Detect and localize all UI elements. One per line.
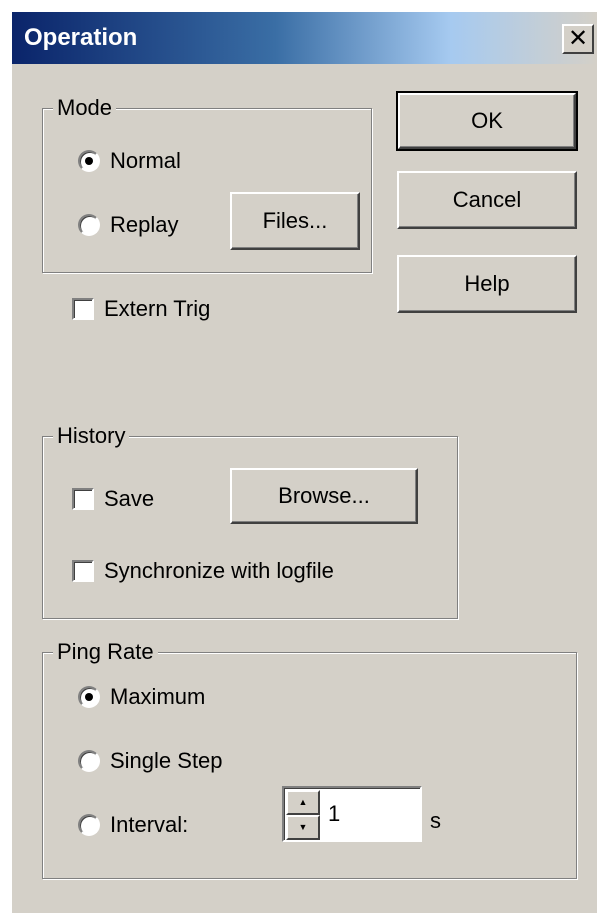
history-sync-checkbox[interactable] — [72, 560, 94, 582]
radio-selected-dot — [85, 693, 93, 701]
ping-single-step-radio[interactable] — [78, 750, 100, 772]
mode-normal-label: Normal — [110, 148, 181, 173]
close-button[interactable]: ✕ — [562, 24, 594, 54]
history-group: History — [42, 423, 458, 619]
radio-selected-dot — [85, 157, 93, 165]
files-button[interactable]: Files... — [230, 192, 360, 250]
cancel-button[interactable]: Cancel — [397, 171, 577, 229]
ping-maximum-option[interactable]: Maximum — [78, 684, 205, 710]
interval-spinner[interactable]: ▲ ▼ 1 — [282, 786, 422, 842]
help-button[interactable]: Help — [397, 255, 577, 313]
history-group-label: History — [53, 423, 130, 449]
ping-maximum-radio[interactable] — [78, 686, 100, 708]
mode-normal-radio[interactable] — [78, 150, 100, 172]
history-save-label: Save — [104, 486, 155, 511]
title-bar[interactable]: Operation ✕ — [12, 12, 597, 64]
mode-group-label: Mode — [53, 95, 117, 121]
interval-unit-label: s — [430, 808, 441, 833]
ok-button[interactable]: OK — [396, 91, 578, 151]
spin-up-button[interactable]: ▲ — [286, 790, 320, 815]
ping-maximum-label: Maximum — [110, 684, 206, 709]
extern-trig-option[interactable]: Extern Trig — [72, 296, 210, 322]
history-sync-option[interactable]: Synchronize with logfile — [72, 558, 334, 584]
browse-button[interactable]: Browse... — [230, 468, 418, 524]
operation-dialog: Operation ✕ Mode Normal Replay Files... … — [10, 10, 597, 913]
spin-down-button[interactable]: ▼ — [286, 815, 320, 840]
ping-interval-option[interactable]: Interval: — [78, 812, 188, 838]
ping-interval-label: Interval: — [110, 812, 189, 837]
history-save-checkbox[interactable] — [72, 488, 94, 510]
history-save-option[interactable]: Save — [72, 486, 154, 512]
extern-trig-checkbox[interactable] — [72, 298, 94, 320]
history-sync-label: Synchronize with logfile — [104, 558, 334, 583]
close-icon: ✕ — [567, 25, 589, 52]
ping-rate-group-label: Ping Rate — [53, 639, 158, 665]
mode-replay-label: Replay — [110, 212, 179, 237]
dialog-title: Operation — [24, 24, 138, 51]
mode-normal-option[interactable]: Normal — [78, 148, 181, 174]
mode-replay-option[interactable]: Replay — [78, 212, 178, 238]
ping-interval-radio[interactable] — [78, 814, 100, 836]
mode-replay-radio[interactable] — [78, 214, 100, 236]
ping-single-step-option[interactable]: Single Step — [78, 748, 223, 774]
extern-trig-label: Extern Trig — [104, 296, 211, 321]
spin-down-icon: ▼ — [298, 822, 308, 832]
ping-single-step-label: Single Step — [110, 748, 223, 773]
spin-up-icon: ▲ — [298, 797, 308, 807]
interval-value[interactable]: 1 — [328, 801, 340, 827]
spinner-buttons: ▲ ▼ — [286, 790, 320, 840]
